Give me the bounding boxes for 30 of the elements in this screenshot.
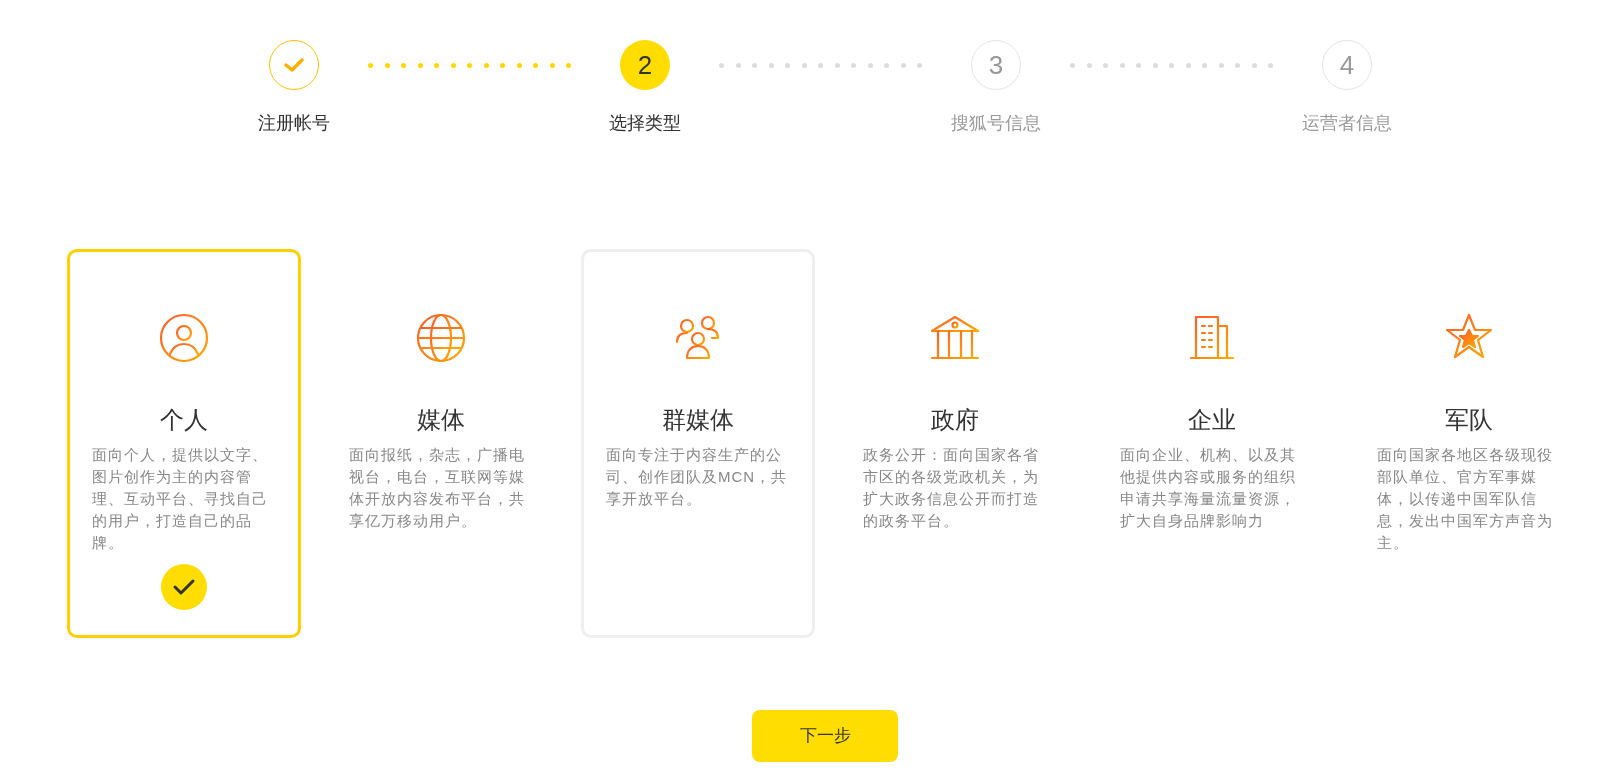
account-type-card[interactable]: 媒体 面向报纸，杂志，广播电视台，电台，互联网等媒体开放内容发布平台，共享亿万移动用户。 xyxy=(324,249,558,638)
account-type-card[interactable]: 个人 面向个人，提供以文字、图片创作为主的内容管理、互动平台、寻找自己的用户，打造自己的品牌。 xyxy=(67,249,301,638)
globe-icon xyxy=(415,312,467,364)
check-icon xyxy=(284,57,304,73)
type-description: 政务公开：面向国家各省市区的各级党政机关，为扩大政务信息公开而打造的政务平台。 xyxy=(863,445,1040,531)
type-description: 面向企业、机构、以及其他提供内容或服务的组织申请共享海量流量资源，扩大自身品牌影响力 xyxy=(1120,445,1297,531)
type-description: 面向个人，提供以文字、图片创作为主的内容管理、互动平台、寻找自己的用户，打造自己的品牌。 xyxy=(92,445,269,553)
type-title: 军队 xyxy=(1445,405,1493,435)
selected-check-icon xyxy=(161,564,207,610)
step-number: 4 xyxy=(1339,48,1355,82)
type-title: 政府 xyxy=(931,405,979,435)
account-type-card[interactable]: 政府 政务公开：面向国家各省市区的各级党政机关，为扩大政务信息公开而打造的政务平台。 xyxy=(838,249,1072,638)
step-number: 2 xyxy=(637,48,653,82)
type-title: 群媒体 xyxy=(662,405,734,435)
account-type-card[interactable]: 群媒体 面向专注于内容生产的公司、创作团队及MCN，共享开放平台。 xyxy=(581,249,815,638)
type-description: 面向报纸，杂志，广播电视台，电台，互联网等媒体开放内容发布平台，共享亿万移动用户。 xyxy=(349,445,526,531)
step-label: 运营者信息 xyxy=(1302,112,1392,135)
step-number: 3 xyxy=(988,48,1004,82)
type-description: 面向专注于内容生产的公司、创作团队及MCN，共享开放平台。 xyxy=(606,445,789,509)
account-type-card[interactable]: 军队 面向国家各地区各级现役部队单位、官方军事媒体，以传递中国军队信息，发出中国军方声音为主。 xyxy=(1352,249,1586,638)
type-title: 媒体 xyxy=(417,405,465,435)
step-label: 注册帐号 xyxy=(258,112,330,135)
type-title: 个人 xyxy=(160,405,208,435)
type-title: 企业 xyxy=(1188,405,1236,435)
user-circle-icon xyxy=(158,312,210,364)
type-description: 面向国家各地区各级现役部队单位、官方军事媒体，以传递中国军队信息，发出中国军方声音为主。 xyxy=(1377,445,1554,553)
next-step-button[interactable]: 下一步 xyxy=(752,710,898,762)
step-label: 搜狐号信息 xyxy=(951,112,1041,135)
account-type-card[interactable]: 企业 面向企业、机构、以及其他提供内容或服务的组织申请共享海量流量资源，扩大自身品牌影响力 xyxy=(1095,249,1329,638)
step-label: 选择类型 xyxy=(609,112,681,135)
